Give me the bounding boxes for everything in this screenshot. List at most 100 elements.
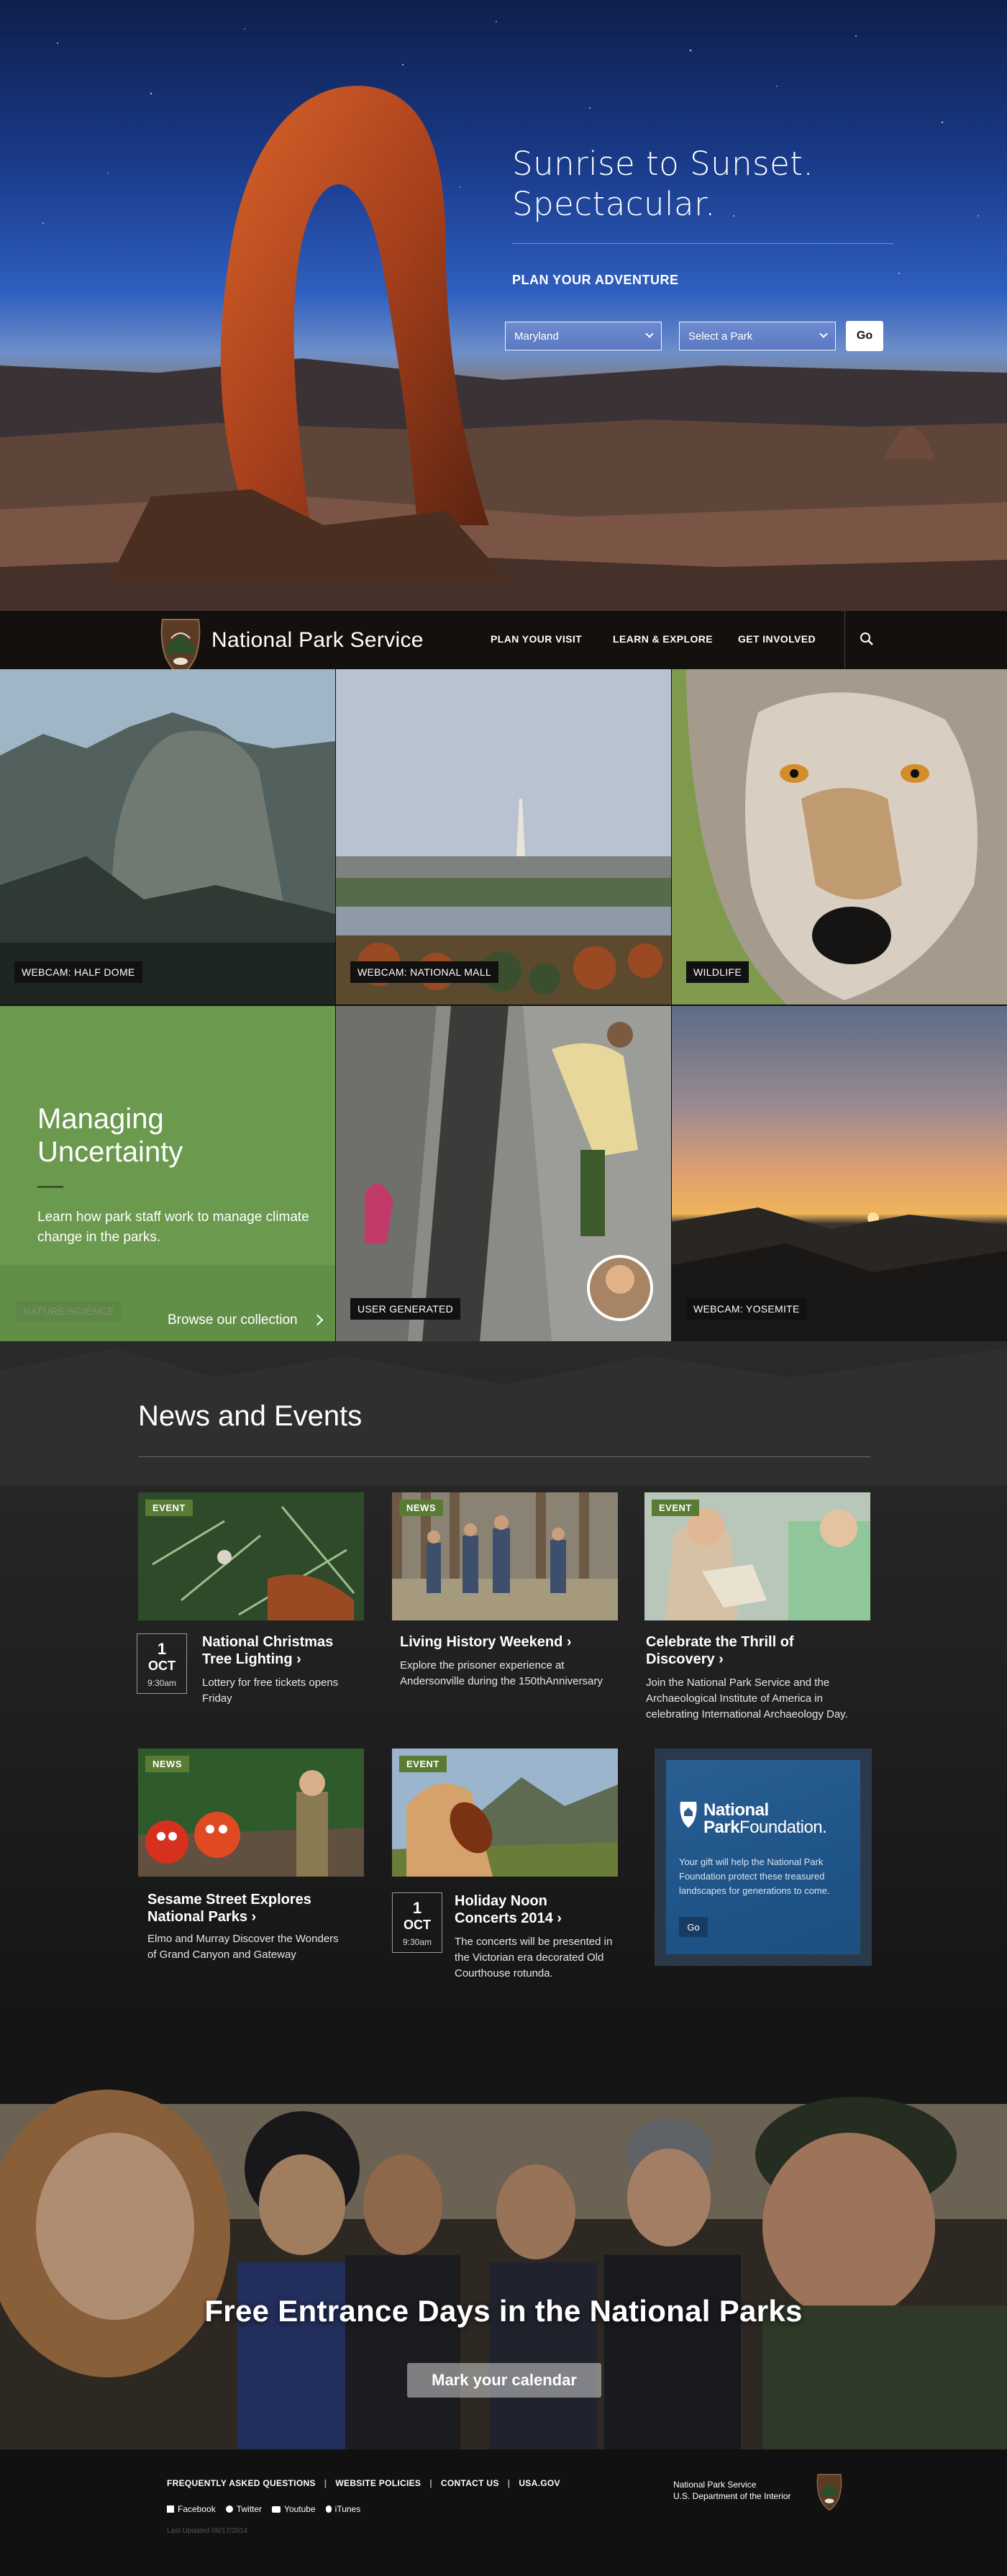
delicate-arch <box>108 86 511 583</box>
social-label: Youtube <box>284 2504 316 2514</box>
npf-donation-ad[interactable]: National ParkFoundation. Your gift will … <box>655 1749 872 1966</box>
climbers-photo <box>336 1006 671 1341</box>
news-card-text: Join the National Park Service and the A… <box>646 1677 848 1720</box>
footer-social: Facebook Twitter Youtube iTunes <box>167 2504 370 2514</box>
tile-wildlife[interactable]: WILDLIFE <box>672 669 1007 1004</box>
footer-link-usagov[interactable]: USA.GOV <box>519 2478 560 2488</box>
news-card-title[interactable]: Celebrate the Thrill of Discovery › <box>646 1633 862 1668</box>
tile-label: WEBCAM: NATIONAL MALL <box>350 961 498 983</box>
site-brand[interactable]: National Park Service <box>211 628 424 653</box>
free-entrance-title: Free Entrance Days in the National Parks <box>204 2294 803 2328</box>
facebook-icon <box>167 2505 174 2513</box>
park-select-value: Select a Park <box>688 330 753 343</box>
chevron-down-icon <box>819 330 828 338</box>
news-card-title[interactable]: National Christmas Tree Lighting › <box>202 1633 366 1668</box>
nav-plan-your-visit[interactable]: PLAN YOUR VISIT <box>491 633 582 645</box>
social-youtube[interactable]: Youtube <box>272 2504 316 2514</box>
event-time: 9:30am <box>402 1937 432 1947</box>
news-card-title[interactable]: Sesame Street Explores National Parks › <box>147 1891 334 1926</box>
social-label: iTunes <box>334 2504 361 2514</box>
social-label: Facebook <box>178 2504 216 2514</box>
half-dome-photo <box>0 669 335 1004</box>
event-day: 1 <box>157 1640 167 1658</box>
news-divider <box>138 1456 870 1457</box>
news-card-image[interactable]: NEWS <box>138 1749 364 1877</box>
news-card-text: Explore the prisoner experience at Ander… <box>400 1659 603 1687</box>
social-facebook[interactable]: Facebook <box>167 2504 216 2514</box>
yosemite-sunset-photo <box>672 1006 1007 1341</box>
event-time: 9:30am <box>147 1678 177 1688</box>
tile-user-generated[interactable]: USER GENERATED <box>336 1006 671 1341</box>
event-month: OCT <box>404 1918 431 1932</box>
search-icon[interactable] <box>859 631 875 647</box>
news-card-text: The concerts will be presented in the Vi… <box>455 1936 613 1979</box>
footer-org-department: U.S. Department of the Interior <box>673 2491 791 2501</box>
social-itunes[interactable]: iTunes <box>325 2504 361 2514</box>
tile-label: WEBCAM: HALF DOME <box>14 961 142 983</box>
footer-link-policies[interactable]: WEBSITE POLICIES <box>335 2478 421 2488</box>
nav-divider <box>844 611 845 670</box>
arrowhead-logo-icon <box>680 1802 697 1828</box>
go-button[interactable]: Go <box>846 321 883 351</box>
nav-get-involved[interactable]: GET INVOLVED <box>738 633 816 645</box>
tile-half-dome[interactable]: WEBCAM: HALF DOME <box>0 669 335 1004</box>
event-badge: EVENT <box>652 1500 699 1516</box>
social-twitter[interactable]: Twitter <box>225 2504 263 2514</box>
news-card-title[interactable]: Living History Weekend › <box>400 1633 616 1651</box>
promo-divider <box>37 1186 63 1188</box>
promo-managing-uncertainty[interactable] <box>0 1006 335 1341</box>
hero-divider <box>512 243 893 244</box>
browse-collection-link[interactable]: Browse our collection <box>168 1312 298 1328</box>
main-nav: National Park Service PLAN YOUR VISIT LE… <box>0 610 1007 677</box>
news-section-title: News and Events <box>138 1400 363 1432</box>
npf-go-button[interactable]: Go <box>679 1917 708 1937</box>
footer-separator: | <box>324 2478 327 2488</box>
promo-texture <box>0 1006 335 1341</box>
tile-label: WILDLIFE <box>686 961 749 983</box>
tile-label: WEBCAM: YOSEMITE <box>686 1298 807 1320</box>
npf-panel: National ParkFoundation. Your gift will … <box>666 1760 860 1954</box>
news-card-title[interactable]: Holiday Noon Concerts 2014 › <box>455 1892 613 1927</box>
footer-link-contact[interactable]: CONTACT US <box>441 2478 499 2488</box>
event-date: 1 OCT 9:30am <box>392 1892 442 1953</box>
chevron-down-icon <box>645 330 654 338</box>
footer-org-name: National Park Service <box>673 2480 757 2490</box>
news-card-image[interactable]: EVENT <box>138 1492 364 1620</box>
footer-links: FREQUENTLY ASKED QUESTIONS | WEBSITE POLI… <box>167 2478 569 2488</box>
arrowhead-logo-icon[interactable] <box>157 617 204 677</box>
mark-calendar-button[interactable]: Mark your calendar <box>407 2363 601 2398</box>
npf-name-foundation: Foundation. <box>739 1818 827 1837</box>
hero-title-line1: Sunrise to Sunset. <box>512 145 814 183</box>
footer-separator: | <box>507 2478 511 2488</box>
hero-banner: Sunrise to Sunset. Spectacular. PLAN YOU… <box>0 0 1007 610</box>
tile-yosemite[interactable]: WEBCAM: YOSEMITE <box>672 1006 1007 1341</box>
footer-link-faq[interactable]: FREQUENTLY ASKED QUESTIONS <box>167 2478 316 2488</box>
promo-title-line2: Uncertainty <box>37 1136 183 1168</box>
state-select[interactable]: Maryland <box>505 322 662 350</box>
news-badge: NEWS <box>145 1756 189 1772</box>
news-badge: NEWS <box>399 1500 443 1516</box>
news-card-text: Elmo and Murray Discover the Wonders of … <box>147 1933 339 1961</box>
news-card-image[interactable]: NEWS <box>392 1492 618 1620</box>
event-month: OCT <box>148 1659 176 1673</box>
news-card-image[interactable]: EVENT <box>392 1749 618 1877</box>
plan-heading: PLAN YOUR ADVENTURE <box>512 273 679 287</box>
national-mall-photo <box>336 669 671 1004</box>
music-note-icon <box>325 2505 332 2513</box>
event-date: 1 OCT 9:30am <box>137 1633 187 1694</box>
news-card-image[interactable]: EVENT <box>644 1492 870 1620</box>
event-day: 1 <box>412 1899 422 1917</box>
event-badge: EVENT <box>399 1756 447 1772</box>
wolf-photo <box>672 669 1007 1004</box>
twitter-icon <box>225 2505 233 2513</box>
park-select[interactable]: Select a Park <box>679 322 836 350</box>
social-label: Twitter <box>236 2504 263 2514</box>
arrowhead-logo-icon[interactable] <box>814 2472 844 2511</box>
promo-category-tag: NATURE/SCIENCE <box>16 1301 122 1321</box>
tile-national-mall[interactable]: WEBCAM: NATIONAL MALL <box>336 669 671 1004</box>
hero-title-line2: Spectacular. <box>512 185 716 223</box>
nav-learn-explore[interactable]: LEARN & EXPLORE <box>613 633 713 645</box>
tile-label: USER GENERATED <box>350 1298 461 1320</box>
hero-copy: Sunrise to Sunset. Spectacular. PLAN YOU… <box>512 144 893 288</box>
youtube-icon <box>272 2505 281 2513</box>
